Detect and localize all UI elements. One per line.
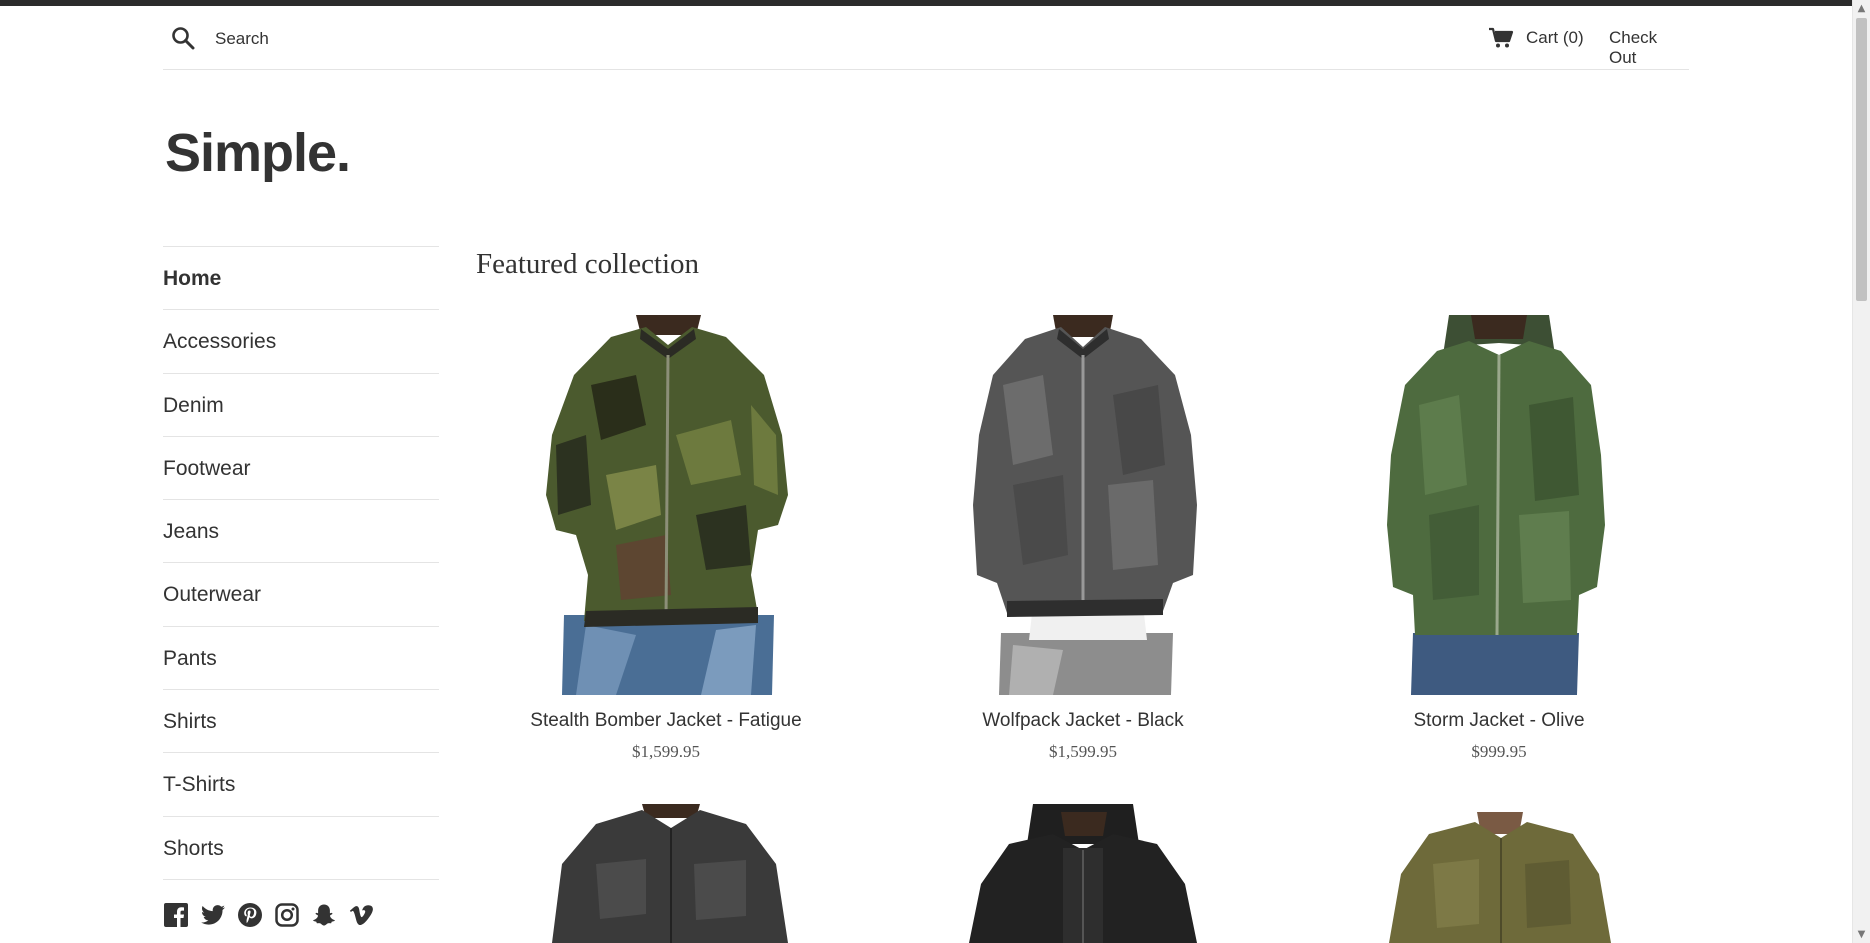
sidebar-item-shirts[interactable]: Shirts (163, 689, 439, 752)
product-price: $1,599.95 (632, 742, 700, 761)
product-price: $999.95 (1471, 742, 1527, 761)
page-scrollbar[interactable]: ▲ ▼ (1852, 0, 1870, 943)
search-icon[interactable] (171, 26, 195, 50)
product-card[interactable]: Storm Jacket - Olive $999.95 (1329, 315, 1669, 762)
sidebar-item-accessories[interactable]: Accessories (163, 309, 439, 372)
scroll-thumb[interactable] (1856, 18, 1867, 301)
sidebar-item-shorts[interactable]: Shorts (163, 815, 439, 879)
facebook-icon[interactable] (163, 902, 189, 928)
product-card[interactable] (496, 804, 836, 943)
product-image[interactable] (1329, 804, 1669, 943)
site-logo[interactable]: Simple. (165, 122, 351, 184)
sidebar-item-denim[interactable]: Denim (163, 372, 439, 436)
sidebar-item-t-shirts[interactable]: T-Shirts (163, 752, 439, 815)
instagram-icon[interactable] (274, 902, 300, 928)
product-price: $1,599.95 (1049, 742, 1117, 761)
cart-label: Cart (0) (1526, 28, 1584, 47)
sidebar-item-home[interactable]: Home (163, 246, 439, 309)
scroll-down-icon[interactable]: ▼ (1853, 926, 1870, 943)
checkout-link[interactable]: Check Out (1609, 28, 1689, 68)
pinterest-icon[interactable] (237, 902, 263, 928)
sidebar-item-jeans[interactable]: Jeans (163, 499, 439, 562)
sidebar-nav: Home Accessories Denim Footwear Jeans Ou… (163, 246, 439, 880)
vimeo-icon[interactable] (348, 902, 374, 928)
product-title[interactable]: Stealth Bomber Jacket - Fatigue (496, 710, 836, 732)
sidebar-item-pants[interactable]: Pants (163, 625, 439, 689)
snapchat-icon[interactable] (311, 902, 337, 928)
sidebar-item-footwear[interactable]: Footwear (163, 435, 439, 499)
product-title[interactable]: Wolfpack Jacket - Black (913, 710, 1253, 732)
scroll-up-icon[interactable]: ▲ (1853, 0, 1870, 17)
product-card[interactable] (913, 804, 1253, 943)
social-links (163, 902, 374, 928)
product-card[interactable] (1329, 804, 1669, 943)
product-card[interactable]: Stealth Bomber Jacket - Fatigue $1,599.9… (496, 315, 836, 762)
section-title: Featured collection (476, 248, 700, 280)
sidebar-item-outerwear[interactable]: Outerwear (163, 562, 439, 625)
product-image[interactable] (496, 315, 836, 695)
cart-icon (1489, 27, 1514, 48)
search-input[interactable] (215, 26, 615, 52)
cart-link[interactable]: Cart (0) (1488, 27, 1584, 49)
twitter-icon[interactable] (200, 902, 226, 928)
site-header: Cart (0) Check Out (163, 6, 1689, 70)
product-card[interactable]: Wolfpack Jacket - Black $1,599.95 (913, 315, 1253, 762)
product-title[interactable]: Storm Jacket - Olive (1329, 710, 1669, 732)
product-image[interactable] (1329, 315, 1669, 695)
product-image[interactable] (913, 804, 1253, 943)
product-image[interactable] (496, 804, 836, 943)
product-image[interactable] (913, 315, 1253, 695)
